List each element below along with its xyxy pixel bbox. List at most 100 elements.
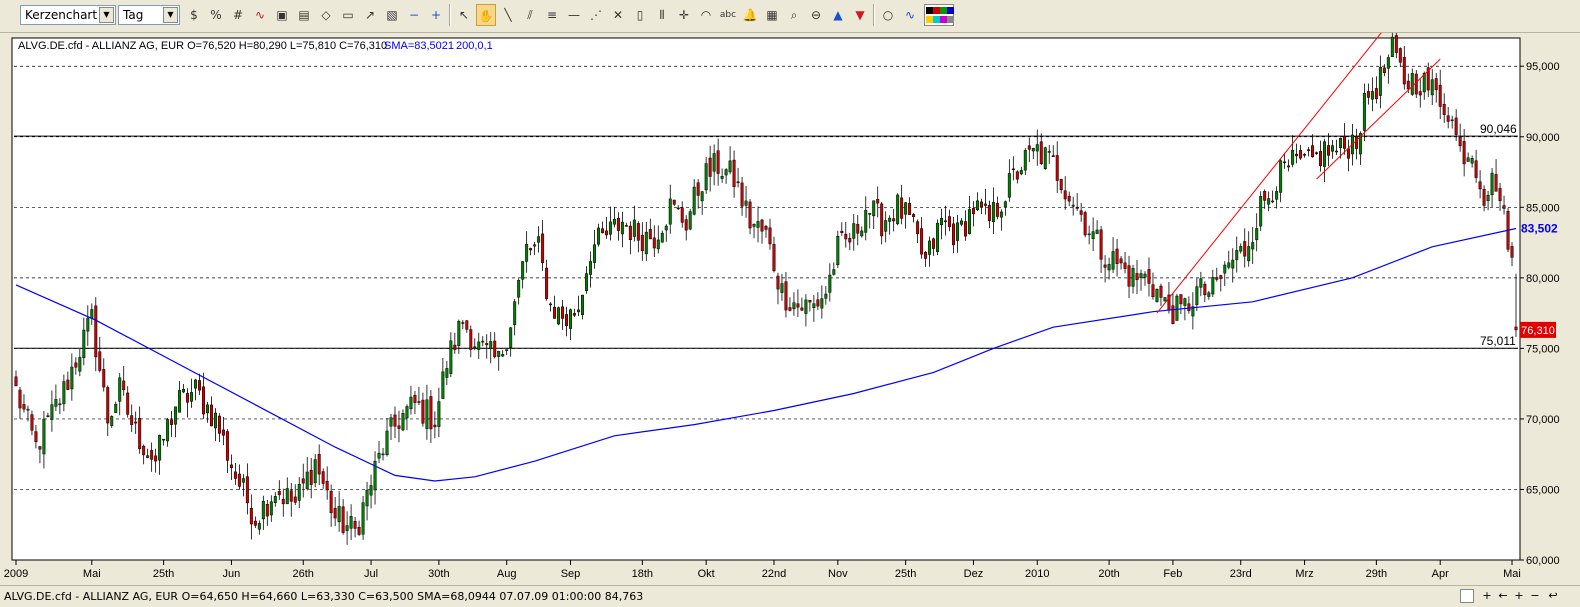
color-swatch[interactable] xyxy=(926,16,933,23)
color-swatch[interactable] xyxy=(940,16,947,23)
chart-type-select[interactable]: Kerzenchart ▼ xyxy=(20,5,116,25)
rectangle-icon[interactable]: ▯ xyxy=(630,4,650,26)
window-toggle-icon[interactable] xyxy=(1460,589,1474,603)
horizontal-level-label: 75,011 xyxy=(1480,334,1516,348)
cursor-icon[interactable]: ↖ xyxy=(454,4,474,26)
export-icon[interactable]: ↗ xyxy=(360,4,380,26)
circle-icon[interactable]: ○ xyxy=(878,4,898,26)
candle-body xyxy=(469,329,473,350)
candle-body xyxy=(1323,141,1327,167)
candle-body xyxy=(198,380,201,391)
color-palette-icon[interactable] xyxy=(924,4,954,26)
candle-body xyxy=(114,403,118,413)
candle-body xyxy=(940,218,944,226)
candle-body xyxy=(1147,269,1151,284)
candle-body xyxy=(1382,67,1386,74)
x-tick-label: 29th xyxy=(1366,568,1387,580)
color-swatch[interactable] xyxy=(947,7,954,14)
candle-body xyxy=(525,244,529,262)
parallel-lines-icon[interactable]: ⫽ xyxy=(520,4,540,26)
x-tick-label: 18th xyxy=(632,568,653,580)
candle-body xyxy=(956,222,959,241)
candle-body xyxy=(648,229,652,240)
fan-icon[interactable]: ⋰ xyxy=(586,4,606,26)
currency-icon[interactable]: $ xyxy=(184,4,204,26)
candle-body xyxy=(752,223,756,227)
line-chart-icon[interactable]: ∿ xyxy=(250,4,270,26)
candle-body xyxy=(1514,326,1518,331)
plus-icon[interactable]: + xyxy=(426,4,446,26)
candle-body xyxy=(34,431,38,443)
candle-body xyxy=(584,273,588,291)
chevron-down-icon[interactable]: ▼ xyxy=(163,7,178,23)
candle-body xyxy=(1307,149,1311,151)
candle-body xyxy=(437,401,441,427)
candle-body xyxy=(1139,273,1143,279)
chevron-down-icon[interactable]: ▼ xyxy=(99,7,114,23)
candle-body xyxy=(1275,191,1279,200)
candle-body xyxy=(744,200,748,206)
candle-body xyxy=(1283,161,1287,163)
color-swatch[interactable] xyxy=(926,7,933,14)
chart-type-value: Kerzenchart xyxy=(25,8,98,22)
horizontal-line-icon[interactable]: — xyxy=(564,4,584,26)
candle-body xyxy=(672,199,676,205)
candle-body xyxy=(553,306,557,319)
candle-body xyxy=(1406,80,1410,90)
vertical-lines-icon[interactable]: ⦀ xyxy=(652,4,672,26)
color-swatch[interactable] xyxy=(940,7,947,14)
candle-body xyxy=(868,213,872,215)
zoom-icon[interactable]: ⌕ xyxy=(784,4,804,26)
candle-body xyxy=(517,280,521,298)
print-icon[interactable]: ▭ xyxy=(338,4,358,26)
color-swatch[interactable] xyxy=(933,16,940,23)
candle-body xyxy=(421,399,425,424)
scroll-left-icon[interactable]: ← xyxy=(1496,589,1510,602)
image-icon[interactable]: ▧ xyxy=(382,4,402,26)
candle-body xyxy=(1243,241,1247,257)
zoom-out-button[interactable]: − xyxy=(1528,589,1542,602)
candle-body xyxy=(429,396,433,430)
fibonacci-icon[interactable]: ≡ xyxy=(542,4,562,26)
line-icon[interactable]: ╲ xyxy=(498,4,518,26)
candle-body xyxy=(1271,200,1275,203)
candle-body xyxy=(489,341,493,349)
bell-icon[interactable]: 🔔 xyxy=(740,4,760,26)
picture-icon[interactable]: ▤ xyxy=(294,4,314,26)
zoom-in-button[interactable]: + xyxy=(1480,589,1494,602)
candle-body xyxy=(110,416,114,426)
percent-icon[interactable]: % xyxy=(206,4,226,26)
chart-area[interactable]: 90,046 75,011 83,502 60,000 65,000 70,000 75… xyxy=(0,22,1580,585)
candle-body xyxy=(1031,148,1035,152)
wave-icon[interactable]: ∿ xyxy=(900,4,920,26)
x-tick-label: Mai xyxy=(1503,568,1521,580)
period-select[interactable]: Tag ▼ xyxy=(118,5,180,25)
save-icon[interactable]: ▣ xyxy=(272,4,292,26)
candle-body xyxy=(612,218,616,225)
hand-icon[interactable]: ✋ xyxy=(476,4,496,26)
cross-icon[interactable]: ✕ xyxy=(608,4,628,26)
crosshair-icon[interactable]: ✛ xyxy=(674,4,694,26)
candle-body xyxy=(385,430,389,455)
candlestick-chart[interactable]: 90,046 75,011 83,502 60,000 65,000 70,000 75… xyxy=(0,22,1580,585)
up-arrow-icon[interactable]: ▲ xyxy=(828,4,848,26)
minus-icon[interactable]: − xyxy=(404,4,424,26)
x-tick-label: 2010 xyxy=(1025,568,1049,580)
grid-icon[interactable]: # xyxy=(228,4,248,26)
toolbar-separator xyxy=(449,4,451,26)
candle-body xyxy=(1438,84,1442,107)
down-arrow-icon[interactable]: ▼ xyxy=(850,4,870,26)
text-icon[interactable]: abc xyxy=(718,4,738,26)
candle-body xyxy=(848,237,852,243)
candle-body xyxy=(1227,262,1231,268)
zoom-out-icon[interactable]: ⊖ xyxy=(806,4,826,26)
calculator-icon[interactable]: ▦ xyxy=(762,4,782,26)
erase-icon[interactable]: ◇ xyxy=(316,4,336,26)
x-tick-label: 25th xyxy=(895,568,916,580)
color-swatch[interactable] xyxy=(933,7,940,14)
zoom-in-small-button[interactable]: + xyxy=(1512,589,1526,602)
reset-view-button[interactable]: ↩ xyxy=(1546,589,1560,602)
color-swatch[interactable] xyxy=(947,16,954,23)
candle-body xyxy=(425,399,429,429)
arc-icon[interactable]: ◠ xyxy=(696,4,716,26)
